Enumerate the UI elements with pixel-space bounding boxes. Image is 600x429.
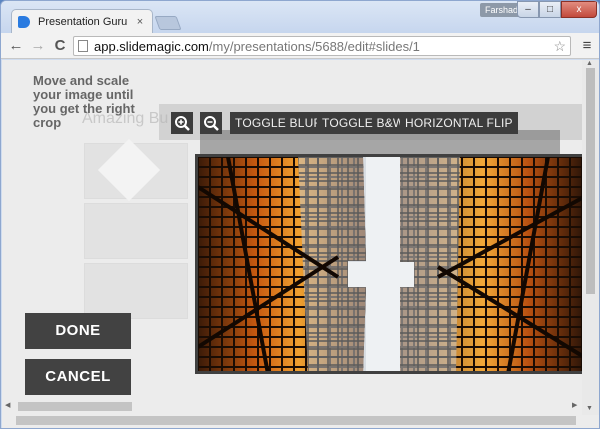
scroll-down-arrow-icon[interactable]: ▼	[586, 405, 593, 412]
inner-horizontal-scroll-thumb[interactable]	[18, 402, 132, 411]
cancel-button[interactable]: CANCEL	[25, 359, 131, 395]
zoom-in-button[interactable]	[171, 112, 193, 134]
url-path: /my/presentations/5688/edit#slides/1	[208, 38, 420, 54]
done-button[interactable]: DONE	[25, 313, 131, 349]
skyscrapers-photo[interactable]	[198, 157, 584, 374]
favicon-icon	[18, 15, 30, 28]
scroll-right-arrow-icon[interactable]: ▶	[572, 401, 577, 409]
browser-window: Presentation Guru × Farshad – □ x ← → C …	[0, 0, 600, 429]
crop-image-frame[interactable]	[195, 154, 584, 374]
vertical-scrollbar[interactable]: ▲ ▼	[582, 60, 599, 415]
scroll-left-arrow-icon[interactable]: ◀	[5, 401, 10, 409]
toggle-blur-button[interactable]: TOGGLE BLUR	[230, 112, 328, 134]
reload-button[interactable]: C	[51, 37, 69, 55]
background-card	[84, 263, 188, 319]
url-host: app.slidemagic.com	[94, 38, 209, 54]
crop-instruction: Move and scale your image until you get …	[33, 73, 135, 130]
url-text: app.slidemagic.com/my/presentations/5688…	[94, 39, 420, 54]
minimize-button[interactable]: –	[517, 1, 539, 18]
new-tab-button[interactable]	[154, 16, 182, 30]
address-bar[interactable]: app.slidemagic.com/my/presentations/5688…	[73, 36, 571, 56]
scroll-up-arrow-icon[interactable]: ▲	[586, 60, 593, 67]
forward-button[interactable]: →	[29, 37, 47, 55]
page-icon	[78, 40, 88, 52]
browser-toolbar: ← → C app.slidemagic.com/my/presentation…	[1, 33, 599, 59]
horizontal-flip-button[interactable]: HORIZONTAL FLIP	[400, 112, 518, 134]
bookmark-star-icon[interactable]: ☆	[553, 38, 566, 55]
tab-close-icon[interactable]: ×	[134, 16, 146, 28]
background-card	[84, 203, 188, 259]
background-diamond-shape	[97, 138, 161, 202]
toggle-bw-button[interactable]: TOGGLE B&W	[317, 112, 410, 134]
maximize-button[interactable]: □	[539, 1, 561, 18]
tab-title: Presentation Guru	[38, 15, 128, 28]
editor-page: Amazing Bu Move and scale your image unt…	[2, 60, 599, 428]
tab-strip: Presentation Guru × Farshad – □ x	[1, 1, 599, 33]
close-window-button[interactable]: x	[561, 1, 597, 18]
browser-tab[interactable]: Presentation Guru ×	[11, 9, 153, 33]
back-button[interactable]: ←	[7, 37, 25, 55]
zoom-out-button[interactable]	[200, 112, 222, 134]
horizontal-scroll-thumb[interactable]	[16, 416, 576, 425]
horizontal-scrollbar[interactable]: ◀ ▶	[2, 398, 582, 425]
zoom-in-icon	[175, 116, 190, 131]
vertical-scroll-thumb[interactable]	[586, 68, 595, 294]
background-card	[84, 138, 188, 202]
browser-menu-icon[interactable]: ≡	[578, 37, 596, 55]
window-controls: – □ x	[517, 1, 597, 18]
zoom-out-icon	[204, 116, 219, 131]
